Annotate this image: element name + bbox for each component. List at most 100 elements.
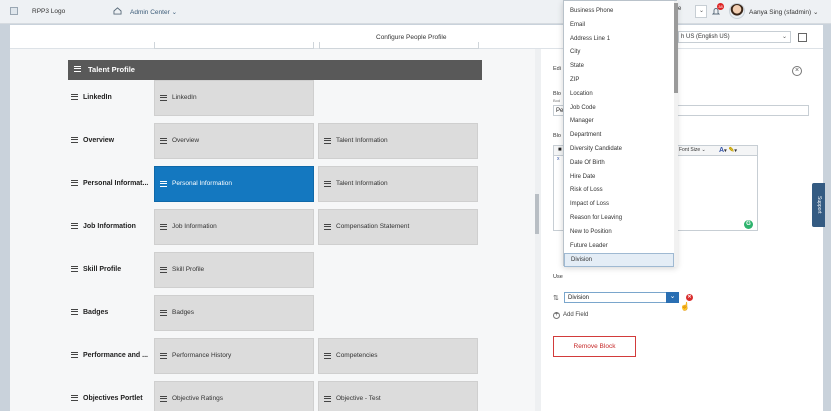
- profile-block-card[interactable]: Compensation Statement: [318, 209, 478, 245]
- dropdown-option[interactable]: Reason for Leaving: [564, 212, 674, 226]
- drag-handle-icon[interactable]: [324, 396, 331, 402]
- dropdown-option[interactable]: Department: [564, 129, 674, 143]
- font-size-select[interactable]: Font Size ⌄: [679, 147, 714, 154]
- grammarly-icon[interactable]: G: [744, 220, 753, 229]
- search-selector[interactable]: e: [678, 6, 681, 12]
- remove-block-button[interactable]: Remove Block: [553, 336, 636, 357]
- drag-handle-icon[interactable]: [71, 266, 78, 273]
- drag-handle-icon[interactable]: [160, 224, 167, 230]
- block-sub-label: Bod: [553, 98, 561, 103]
- field-select[interactable]: Division: [564, 292, 678, 303]
- admin-center-menu[interactable]: Admin Center ⌄: [130, 8, 177, 16]
- profile-block-card[interactable]: Skill Profile: [154, 252, 314, 288]
- row-label[interactable]: Job Information: [71, 223, 136, 230]
- dropdown-option[interactable]: Diversity Candidate: [564, 143, 674, 157]
- profile-block-card[interactable]: Badges: [154, 295, 314, 331]
- row-label[interactable]: LinkedIn: [71, 94, 112, 101]
- dropdown-option[interactable]: Impact of Loss: [564, 198, 674, 212]
- notification-badge: 38: [717, 3, 724, 10]
- dropdown-option[interactable]: Address Line 1: [564, 33, 674, 47]
- drag-handle-icon[interactable]: [71, 137, 78, 144]
- dropdown-option[interactable]: Business Phone: [564, 5, 674, 19]
- profile-block-card[interactable]: Overview: [154, 123, 314, 159]
- bold-icon[interactable]: ■: [558, 147, 562, 153]
- dropdown-option[interactable]: Date Of Birth: [564, 157, 674, 171]
- dropdown-option[interactable]: Future Leader: [564, 240, 674, 254]
- talent-profile-header[interactable]: Talent Profile: [68, 60, 482, 80]
- drag-handle-icon[interactable]: [160, 181, 167, 187]
- splitter-grip[interactable]: [535, 194, 539, 234]
- support-tab[interactable]: Support: [812, 183, 825, 227]
- used-fields-label: Use: [553, 274, 563, 280]
- drag-handle-icon[interactable]: [71, 180, 78, 187]
- profile-block-card[interactable]: Talent Information: [318, 166, 478, 202]
- logo-text[interactable]: RPP3 Logo: [32, 8, 65, 15]
- logo-icon: [10, 7, 18, 15]
- dropdown-option[interactable]: New to Position: [564, 226, 674, 240]
- drag-handle-icon[interactable]: [324, 224, 331, 230]
- row-label[interactable]: Objectives Portlet: [71, 395, 143, 402]
- drag-handle-icon[interactable]: [160, 267, 167, 273]
- field-options-list[interactable]: Business Phone Email Address Line 1 City Sta…: [563, 0, 678, 268]
- profile-block-card[interactable]: Objective - Test: [318, 381, 478, 411]
- font-color-icon[interactable]: A▾ ✎▾: [719, 146, 737, 154]
- row-label[interactable]: Personal Informat...: [71, 180, 148, 187]
- user-menu[interactable]: Aanya Sing (sfadmin) ⌄: [749, 8, 818, 16]
- profile-block-card[interactable]: Job Information: [154, 209, 314, 245]
- dropdown-option[interactable]: Manager: [564, 115, 674, 129]
- drag-handle-icon[interactable]: [71, 223, 78, 230]
- drag-handle-icon[interactable]: [160, 353, 167, 359]
- dropdown-option[interactable]: ZIP: [564, 74, 674, 88]
- profile-block-card[interactable]: Personal Information: [154, 166, 314, 202]
- avatar[interactable]: [729, 3, 745, 19]
- remove-field-icon[interactable]: ✕: [686, 294, 693, 301]
- chevron-down-icon: ⌄: [812, 9, 819, 16]
- scrollbar[interactable]: [674, 1, 678, 267]
- expand-icon[interactable]: [798, 33, 807, 42]
- plus-icon: +: [553, 312, 560, 319]
- chevron-down-icon: ⌄: [701, 147, 706, 153]
- search-dropdown-button[interactable]: ⌄: [695, 5, 707, 18]
- drag-handle-icon[interactable]: [160, 396, 167, 402]
- dropdown-option[interactable]: Division: [564, 253, 674, 268]
- style-icon[interactable]: x: [557, 156, 560, 162]
- profile-block-card[interactable]: Performance History: [154, 338, 314, 374]
- profile-layout-area: Talent Profile LinkedIn LinkedIn Overview O…: [10, 49, 535, 411]
- profile-block-card[interactable]: Objective Ratings: [154, 381, 314, 411]
- drag-handle-icon[interactable]: [71, 395, 78, 402]
- page-title: Configure People Profile: [376, 34, 447, 41]
- dropdown-option[interactable]: Email: [564, 19, 674, 33]
- drag-handle-icon[interactable]: [160, 138, 167, 144]
- field-dropdown-button[interactable]: ⌄: [666, 292, 679, 303]
- add-field-link[interactable]: + Add Field: [553, 312, 588, 319]
- drag-handle-icon[interactable]: [160, 310, 167, 316]
- edit-label: Edi: [553, 66, 561, 72]
- dropdown-option[interactable]: State: [564, 60, 674, 74]
- drag-handle-icon[interactable]: [324, 138, 331, 144]
- profile-block-card[interactable]: Competencies: [318, 338, 478, 374]
- scrollbar-thumb[interactable]: [674, 3, 678, 93]
- dropdown-option[interactable]: Job Code: [564, 102, 674, 116]
- close-icon[interactable]: ×: [792, 66, 802, 76]
- drag-handle-icon[interactable]: [324, 353, 331, 359]
- reorder-icon[interactable]: ⇅: [553, 294, 559, 302]
- profile-block-card[interactable]: LinkedIn: [154, 80, 314, 116]
- profile-block-card[interactable]: Talent Information: [318, 123, 478, 159]
- home-icon[interactable]: [113, 7, 122, 15]
- main-content: Configure People Profile h US (English U…: [10, 25, 823, 411]
- drag-handle-icon[interactable]: [71, 94, 78, 101]
- dropdown-option[interactable]: Location: [564, 88, 674, 102]
- dropdown-option[interactable]: City: [564, 46, 674, 60]
- dropdown-option[interactable]: Hire Date: [564, 171, 674, 185]
- drag-handle-icon[interactable]: [71, 352, 78, 359]
- drag-handle-icon[interactable]: [71, 309, 78, 316]
- row-label[interactable]: Badges: [71, 309, 108, 316]
- row-label[interactable]: Performance and ...: [71, 352, 148, 359]
- drag-handle-icon[interactable]: [324, 181, 331, 187]
- locale-select[interactable]: h US (English US) ⌄: [678, 31, 791, 43]
- row-label[interactable]: Overview: [71, 137, 114, 144]
- dropdown-option[interactable]: Risk of Loss: [564, 184, 674, 198]
- drag-handle-icon[interactable]: [74, 66, 81, 72]
- row-label[interactable]: Skill Profile: [71, 266, 121, 273]
- drag-handle-icon[interactable]: [160, 95, 167, 101]
